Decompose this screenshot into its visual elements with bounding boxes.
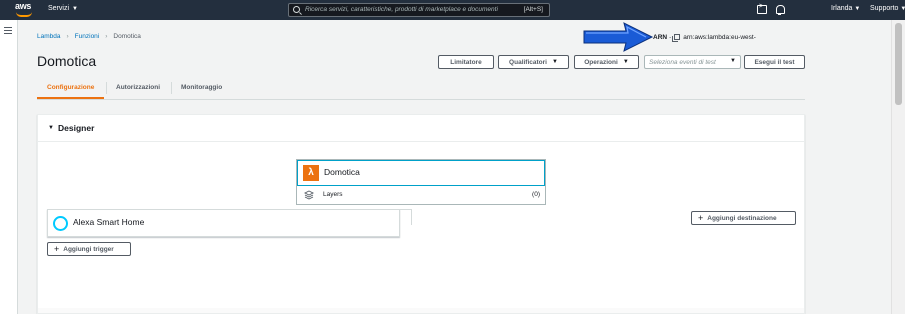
- search-input[interactable]: Ricerca servizi, caratteristiche, prodot…: [288, 3, 550, 17]
- scrollbar-thumb[interactable]: [895, 23, 902, 105]
- layers-count: (0): [532, 191, 540, 198]
- trigger-card[interactable]: Alexa Smart Home: [47, 209, 400, 237]
- actions-dropdown[interactable]: Operazioni ▼: [574, 55, 639, 69]
- caret-down-icon: ▼: [730, 58, 736, 64]
- search-icon: [293, 6, 300, 13]
- add-trigger-label: Aggiungi trigger: [63, 245, 114, 253]
- page-title: Domotica: [37, 53, 97, 69]
- layers-label[interactable]: Layers: [323, 191, 343, 198]
- arn-separator: -: [669, 34, 672, 41]
- support-menu[interactable]: Supporto ▼: [870, 5, 905, 12]
- test-event-placeholder: Seleziona eventi di test: [649, 59, 716, 66]
- support-label: Supporto: [870, 5, 899, 12]
- test-event-select[interactable]: Seleziona eventi di test ▼: [644, 55, 741, 69]
- test-button[interactable]: Esegui il test: [744, 55, 805, 69]
- cloudshell-icon[interactable]: [757, 3, 767, 14]
- caret-down-icon: ▼: [72, 6, 78, 12]
- trigger-connector-line: [400, 209, 412, 225]
- arn-label: ARN: [653, 34, 668, 41]
- breadcrumb: Lambda › Funzioni › Domotica: [37, 33, 141, 40]
- services-label: Servizi: [48, 5, 70, 12]
- function-card[interactable]: λ Domotica Layers (0): [296, 159, 546, 205]
- page-scrollbar[interactable]: [891, 20, 905, 314]
- alexa-icon: [53, 216, 68, 231]
- tab-permissions[interactable]: Autorizzazioni: [116, 84, 160, 91]
- function-name: Domotica: [324, 167, 360, 177]
- breadcrumb-lambda[interactable]: Lambda: [37, 33, 61, 40]
- aws-logo-text: aws: [15, 1, 32, 11]
- breadcrumb-current: Domotica: [113, 33, 141, 40]
- add-trigger-button[interactable]: + Aggiungi trigger: [47, 242, 131, 256]
- designer-title: Designer: [58, 123, 95, 133]
- caret-down-icon: ▼: [622, 59, 629, 65]
- chevron-right-icon: ›: [105, 33, 108, 40]
- tab-divider: [171, 82, 172, 94]
- bell-icon[interactable]: [775, 5, 785, 15]
- lambda-icon: λ: [303, 165, 319, 181]
- top-navigation-bar: aws Servizi ▼ Ricerca servizi, caratteris…: [0, 0, 905, 20]
- function-card-header[interactable]: λ Domotica: [297, 160, 545, 186]
- arrow-annotation-icon: [583, 22, 654, 52]
- actions-label: Operazioni: [584, 58, 618, 66]
- menu-icon[interactable]: [4, 27, 12, 34]
- services-menu[interactable]: Servizi ▼: [48, 5, 78, 12]
- caret-down-icon: ▼: [551, 59, 558, 65]
- region-label: Irlanda: [831, 5, 853, 12]
- search-shortcut: [Alt+S]: [523, 6, 543, 13]
- test-label: Esegui il test: [754, 58, 795, 66]
- arn-display: ARN - arn:aws:lambda:eu-west-: [653, 34, 756, 42]
- caret-down-icon: ▼: [900, 6, 905, 12]
- breadcrumb-functions[interactable]: Funzioni: [75, 33, 100, 40]
- qualifiers-label: Qualificatori: [509, 58, 547, 66]
- tab-configuration[interactable]: Configurazione: [47, 84, 94, 91]
- tab-divider: [106, 82, 107, 94]
- layers-icon: [304, 190, 314, 200]
- caret-down-icon: ▼: [48, 125, 54, 131]
- add-destination-button[interactable]: + Aggiungi destinazione: [691, 211, 796, 225]
- active-tab-indicator: [37, 97, 104, 99]
- throttle-button[interactable]: Limitatore: [438, 55, 494, 69]
- plus-icon: +: [698, 213, 704, 223]
- tab-bar: Configurazione Autorizzazioni Monitoragg…: [37, 81, 805, 100]
- region-menu[interactable]: Irlanda ▼: [831, 5, 860, 12]
- trigger-name: Alexa Smart Home: [73, 217, 145, 227]
- designer-header[interactable]: ▼ Designer: [38, 115, 804, 142]
- tab-monitoring[interactable]: Monitoraggio: [181, 84, 222, 91]
- arn-value[interactable]: arn:aws:lambda:eu-west-: [683, 34, 756, 41]
- side-nav-collapsed: [0, 20, 18, 314]
- copy-icon[interactable]: [672, 34, 681, 42]
- aws-logo-smile: [16, 12, 32, 17]
- aws-logo[interactable]: aws: [14, 1, 36, 18]
- add-destination-label: Aggiungi destinazione: [707, 214, 777, 222]
- plus-icon: +: [54, 244, 60, 254]
- qualifiers-dropdown[interactable]: Qualificatori ▼: [498, 55, 569, 69]
- search-placeholder: Ricerca servizi, caratteristiche, prodot…: [305, 6, 498, 13]
- caret-down-icon: ▼: [854, 6, 861, 12]
- chevron-right-icon: ›: [66, 33, 69, 40]
- throttle-label: Limitatore: [450, 58, 482, 66]
